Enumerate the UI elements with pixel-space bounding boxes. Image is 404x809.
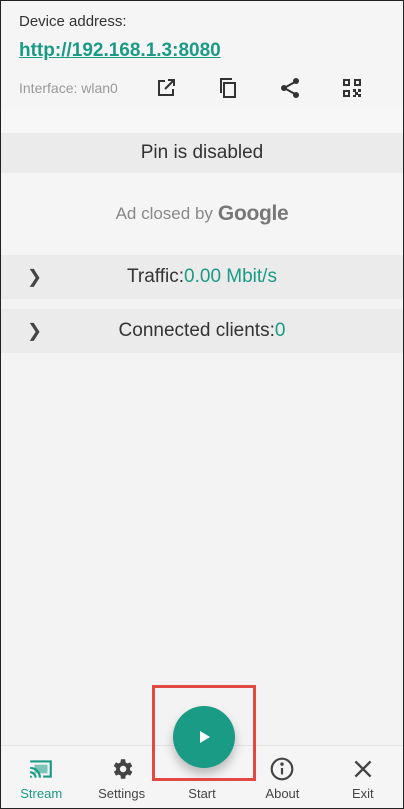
chevron-right-icon: ❯ <box>27 266 43 287</box>
clients-value: 0 <box>274 320 286 341</box>
device-address-panel: Device address: http://192.168.1.3:8080 … <box>1 1 403 109</box>
close-icon <box>354 760 372 778</box>
section-gap <box>1 109 403 133</box>
open-external-button[interactable] <box>135 74 197 102</box>
google-logo: Google <box>217 202 289 225</box>
qr-code-button[interactable] <box>321 74 383 102</box>
clients-card[interactable]: ❯ Connected clients: 0 <box>1 309 403 353</box>
share-icon <box>281 78 299 98</box>
pin-status-text: Pin is disabled <box>140 142 264 163</box>
device-address-label: Device address: <box>19 13 127 30</box>
app-screen: Device address: http://192.168.1.3:8080 … <box>0 0 404 809</box>
address-actions <box>135 74 383 102</box>
copy-icon <box>220 78 236 98</box>
start-button[interactable] <box>173 706 235 768</box>
nav-about[interactable]: About <box>242 746 322 808</box>
play-icon <box>200 731 210 743</box>
pin-status-card: Pin is disabled <box>1 133 403 173</box>
copy-address-button[interactable] <box>197 74 259 102</box>
interface-label: Interface: wlan0 <box>19 80 118 96</box>
interface-row: Interface: wlan0 <box>19 74 385 102</box>
open-external-icon <box>158 79 175 96</box>
traffic-card[interactable]: ❯ Traffic: 0.00 Mbit/s <box>1 255 403 299</box>
share-address-button[interactable] <box>259 74 321 102</box>
ad-placeholder: Ad closed by Google <box>1 173 403 255</box>
nav-stream[interactable]: Stream <box>1 746 81 808</box>
nav-settings[interactable]: Settings <box>81 746 161 808</box>
nav-about-label: About <box>265 786 300 801</box>
ad-closed-text: Ad closed by <box>115 204 213 223</box>
cast-icon <box>30 760 53 778</box>
nav-exit[interactable]: Exit <box>323 746 403 808</box>
nav-stream-label: Stream <box>20 786 63 801</box>
qr-code-icon <box>343 79 361 97</box>
info-icon <box>271 757 294 781</box>
nav-exit-label: Exit <box>351 786 374 801</box>
gear-icon <box>113 759 133 779</box>
clients-label: Connected clients: <box>118 320 275 341</box>
chevron-right-icon: ❯ <box>27 320 43 341</box>
nav-start-label: Start <box>188 786 216 801</box>
device-address-link[interactable]: http://192.168.1.3:8080 <box>19 40 221 62</box>
traffic-label: Traffic: <box>127 266 185 287</box>
nav-settings-label: Settings <box>98 786 146 801</box>
traffic-value: 0.00 Mbit/s <box>184 266 277 287</box>
